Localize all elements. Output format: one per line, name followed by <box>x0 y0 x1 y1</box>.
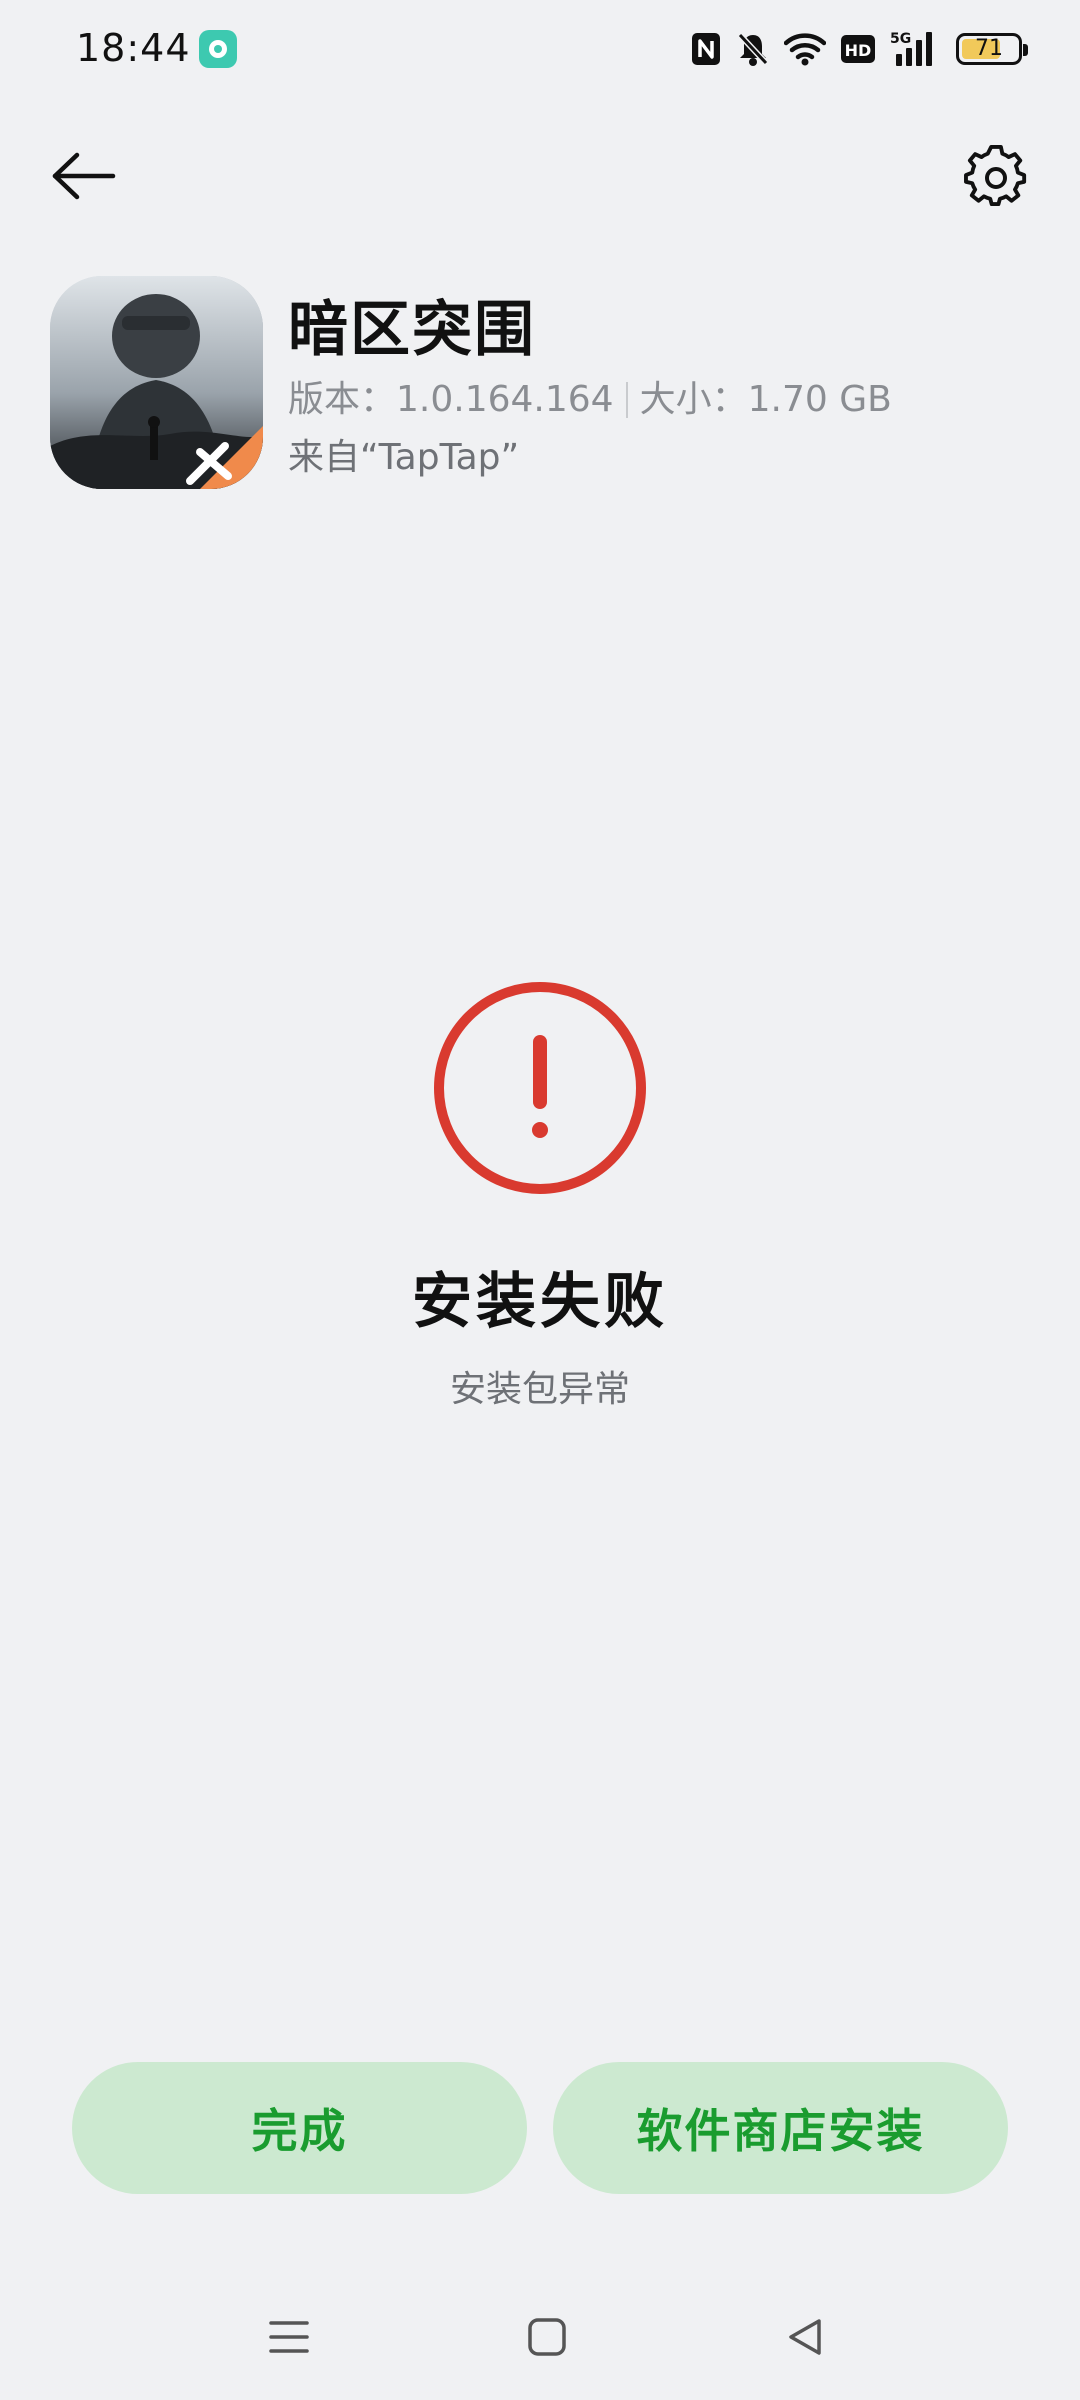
size-value: 1.70 GB <box>747 379 892 420</box>
hd-icon: HD <box>841 35 875 63</box>
battery-level: 71 <box>975 36 1003 61</box>
app-meta: 版本： 1.0.164.164 大小： 1.70 GB <box>288 372 892 428</box>
status-bar: 18:44 HD 5G 71 <box>0 0 1080 100</box>
size-label: 大小： <box>639 379 748 420</box>
5g-signal-icon: 5G <box>890 31 932 66</box>
svg-text:5G: 5G <box>890 31 911 47</box>
version-label: 版本： <box>288 379 397 420</box>
battery-tip <box>1023 44 1028 56</box>
menu-icon <box>269 2321 309 2353</box>
nfc-icon <box>692 33 720 65</box>
app-notification-icon <box>199 30 237 68</box>
nav-back-button[interactable] <box>770 2302 840 2372</box>
settings-button[interactable] <box>956 136 1036 216</box>
status-time: 18:44 <box>76 26 191 70</box>
battery-icon: 71 <box>956 33 1028 65</box>
result-title: 安装失败 <box>412 1267 668 1337</box>
back-triangle-icon <box>789 2319 821 2355</box>
nav-home-button[interactable] <box>512 2302 582 2372</box>
nav-menu-button[interactable] <box>254 2302 324 2372</box>
back-button[interactable] <box>44 136 124 216</box>
error-exclamation-icon <box>432 980 648 1196</box>
app-name: 暗区突围 <box>288 295 536 365</box>
arrow-left-icon <box>52 152 116 200</box>
mute-bell-icon <box>737 32 769 66</box>
result-subtitle: 安装包异常 <box>449 1369 630 1410</box>
svg-text:HD: HD <box>845 41 872 60</box>
app-source: 来自“TapTap” <box>288 437 520 478</box>
gear-icon <box>964 144 1027 207</box>
version-value: 1.0.164.164 <box>396 379 614 420</box>
app-icon <box>50 276 263 489</box>
navigation-bar <box>0 2290 1080 2380</box>
meta-divider <box>625 382 628 418</box>
status-icons: HD 5G 71 <box>690 24 1028 74</box>
store-install-button[interactable]: 软件商店安装 <box>553 2062 1008 2194</box>
home-square-icon <box>528 2318 566 2356</box>
installer-screen: 18:44 HD 5G 71 暗区突围 版本： 1.0.164.164 大小： … <box>0 0 1080 2400</box>
wifi-icon <box>784 33 826 66</box>
done-button[interactable]: 完成 <box>72 2062 527 2194</box>
